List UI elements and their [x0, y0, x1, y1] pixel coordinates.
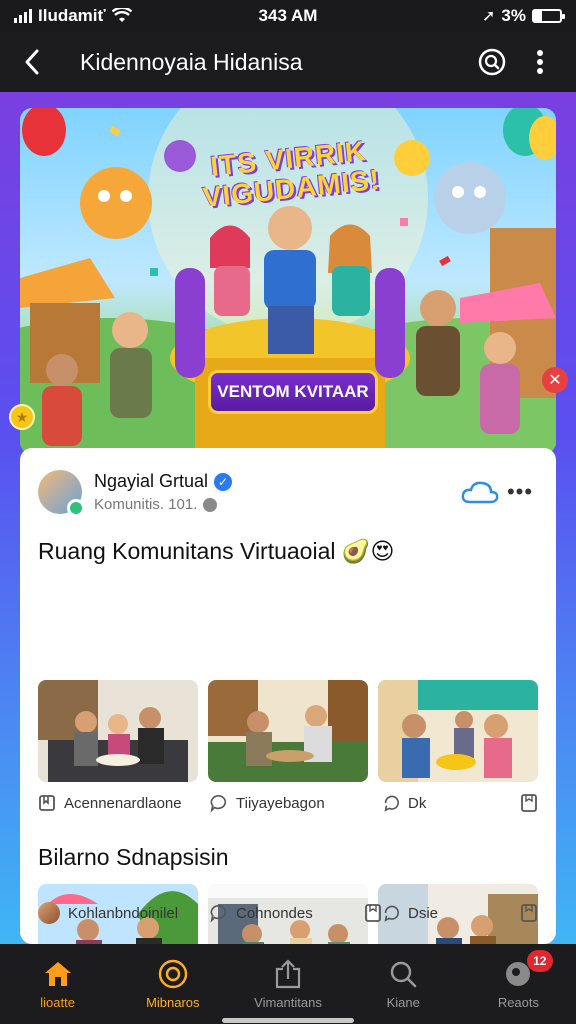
nav-item-profile[interactable]: 12 Reaots	[461, 944, 576, 1024]
author-subtitle: Komunitis. 101.	[94, 496, 198, 513]
content-area: ITS VIRRIK VIGUDAMIS! VENTOM KVITAAR ★ ✕…	[0, 92, 576, 944]
online-indicator	[67, 499, 85, 517]
location-arrow-icon: ➚	[482, 8, 496, 25]
nav-label: Kiane	[386, 994, 420, 1010]
search-icon	[478, 48, 506, 76]
action-save[interactable]: Acennenardlaone	[38, 794, 210, 812]
app-header: Kidennoyaia Hidanisa	[0, 32, 576, 92]
author-name-row[interactable]: Ngayial Grtual ✓	[94, 471, 458, 492]
star-coin-icon[interactable]: ★	[9, 404, 35, 430]
action-row-1: Acennenardlaone Tiiyayebagon Dk	[38, 794, 538, 813]
action-share[interactable]: Dsie	[382, 902, 538, 924]
bottom-nav: lioatte Mibnaros Vimantitans Kiane 12 Re…	[0, 944, 576, 1024]
nav-label: Mibnaros	[146, 994, 200, 1010]
action-share[interactable]: Dk	[382, 794, 538, 812]
home-icon	[43, 959, 73, 989]
close-icon[interactable]: ✕	[542, 367, 568, 393]
page-title: Kidennoyaia Hidanisa	[80, 48, 303, 75]
globe-icon	[203, 497, 218, 512]
signal-icon	[14, 9, 32, 23]
post-card: Ngayial Grtual ✓ Komunitis. 101. ••• Rua…	[20, 448, 556, 944]
action-label: Dsie	[408, 904, 439, 922]
nav-item-upload[interactable]: Vimantitans	[230, 944, 345, 1024]
nav-label: Vimantitans	[254, 994, 322, 1010]
nav-item-home[interactable]: lioatte	[0, 944, 115, 1024]
photo-thumbnail[interactable]	[38, 680, 198, 782]
hero-banner[interactable]: ITS VIRRIK VIGUDAMIS! VENTOM KVITAAR	[20, 108, 556, 454]
wifi-icon	[111, 8, 132, 22]
section-title-1: Ruang Komunitans Virtuaoial 🥑😍	[38, 538, 395, 564]
battery-fill	[534, 11, 542, 21]
more-options-button[interactable]	[518, 40, 562, 84]
battery-percent: 3%	[501, 6, 526, 25]
bookmark-icon[interactable]	[520, 904, 538, 922]
action-label: Tiiyayebagon	[236, 794, 325, 812]
carrier-name: Iludamiť	[38, 6, 106, 25]
target-icon	[158, 959, 188, 989]
status-left: Iludamiť	[14, 6, 482, 26]
action-label: Dk	[408, 794, 427, 812]
verified-icon: ✓	[214, 472, 233, 491]
action-label: Acennenardlaone	[64, 794, 182, 812]
search-button[interactable]	[470, 40, 514, 84]
action-comment[interactable]: Tiiyayebagon	[210, 794, 382, 813]
banner-sign: VENTOM KVITAAR	[208, 370, 378, 414]
share-icon	[382, 794, 400, 812]
action-author[interactable]: Kohlanbndoinilel	[38, 902, 210, 924]
nav-label: Reaots	[497, 994, 540, 1010]
section-title-2: Bilarno Sdnapsisin	[38, 844, 229, 870]
nav-item-search[interactable]: Kiane	[346, 944, 461, 1024]
more-vertical-icon	[537, 50, 543, 74]
comment-icon	[210, 904, 228, 923]
comment-icon	[210, 794, 228, 813]
notification-badge: 12	[526, 950, 553, 972]
photo-thumbnail[interactable]	[208, 680, 368, 782]
nav-item-target[interactable]: Mibnaros	[115, 944, 230, 1024]
action-label: Kohlanbndoinilel	[68, 904, 179, 922]
status-right: ➚ 3%	[482, 6, 565, 26]
home-indicator[interactable]	[222, 1018, 354, 1023]
nav-label: lioatte	[40, 994, 75, 1010]
search-icon	[388, 959, 418, 989]
post-meta: Ngayial Grtual ✓ Komunitis. 101.	[94, 471, 458, 513]
battery-icon	[532, 9, 565, 23]
upload-icon	[273, 958, 303, 989]
avatar	[38, 902, 60, 924]
photo-thumbnail[interactable]	[378, 680, 538, 782]
bookmark-outline-icon	[38, 794, 56, 812]
action-row-2: Kohlanbndoinilel Cohnondes Dsie	[38, 902, 538, 924]
chevron-left-icon	[25, 49, 39, 75]
post-header: Ngayial Grtual ✓ Komunitis. 101. •••	[38, 466, 538, 518]
back-button[interactable]	[14, 44, 50, 80]
share-icon	[382, 904, 400, 922]
cloud-save-button[interactable]	[458, 472, 502, 512]
more-horizontal-icon: •••	[506, 479, 534, 504]
bookmark-icon[interactable]	[520, 794, 538, 812]
action-label: Cohnondes	[236, 904, 313, 922]
status-bar: Iludamiť 343 AM ➚ 3%	[0, 0, 576, 32]
post-more-button[interactable]: •••	[502, 472, 538, 512]
author-avatar[interactable]	[38, 470, 85, 517]
cloud-icon	[461, 481, 499, 504]
bookmark-icon[interactable]	[364, 904, 382, 922]
author-sub-row: Komunitis. 101.	[94, 496, 458, 513]
action-comment[interactable]: Cohnondes	[210, 902, 382, 924]
author-name: Ngayial Grtual	[94, 471, 209, 491]
photo-row-1	[38, 680, 538, 782]
